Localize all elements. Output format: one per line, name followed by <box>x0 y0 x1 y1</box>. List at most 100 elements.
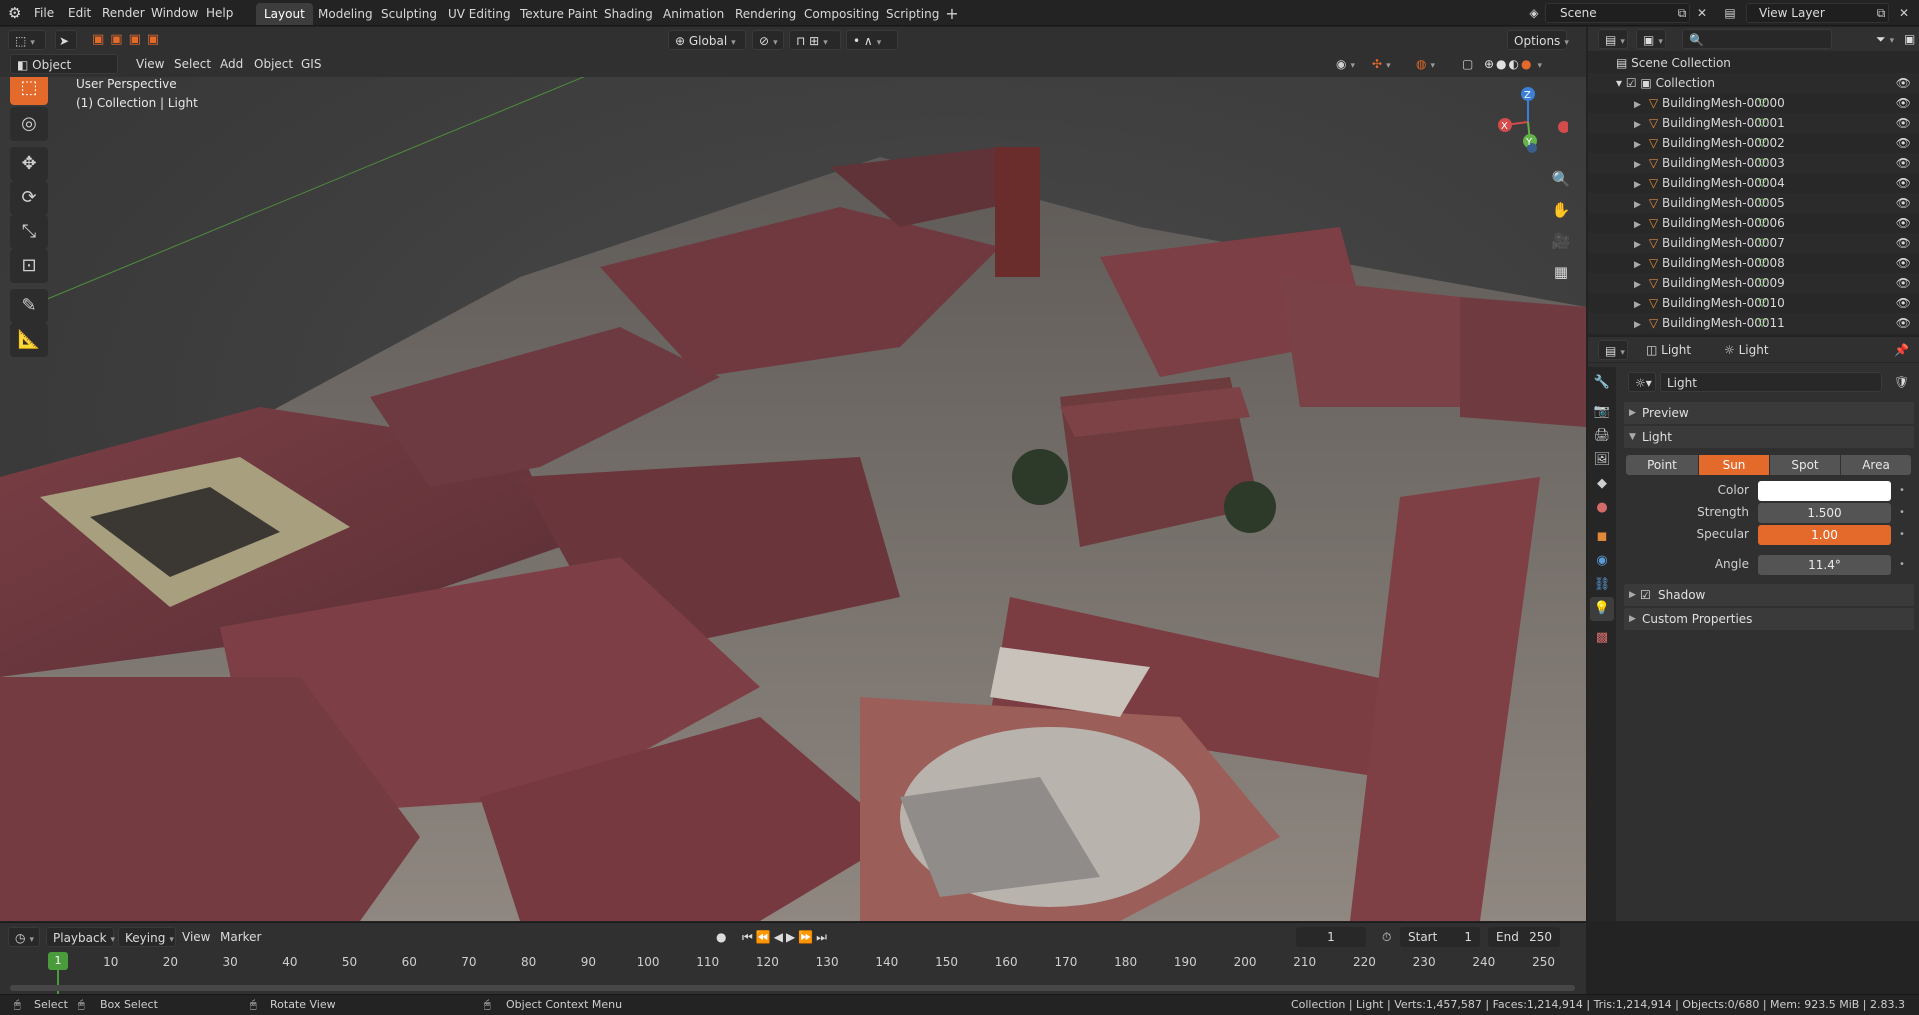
selection-mode-icons[interactable]: ▣▣▣▣ <box>92 32 182 50</box>
menu-edit[interactable]: Edit <box>62 4 97 22</box>
mesh-data-icon[interactable]: ▽ <box>1758 273 1766 293</box>
timeline-editor-type-icon[interactable]: ◷ ▾ <box>8 927 40 947</box>
light-color-swatch[interactable] <box>1758 481 1891 501</box>
editor-type-icon[interactable]: ⬚ ▾ <box>8 30 46 50</box>
display-mode-icon[interactable]: ▣ ▾ <box>1636 29 1666 49</box>
timeline-scrollbar[interactable] <box>10 985 1575 991</box>
menu-select[interactable]: Select <box>168 54 217 74</box>
mode-selector[interactable]: ◧ Object Mode▾ <box>10 54 118 92</box>
angle-field[interactable]: 11.4° <box>1758 555 1891 575</box>
expand-arrow-icon[interactable]: ▶ <box>1634 320 1641 330</box>
object-tab-icon[interactable]: ◼ <box>1590 525 1614 549</box>
expand-arrow-icon[interactable]: ▶ <box>1634 100 1641 110</box>
preview-range-icon[interactable]: ⏱ <box>1376 927 1397 947</box>
shadow-checkbox[interactable]: ☑ <box>1640 584 1651 606</box>
menu-window[interactable]: Window <box>145 4 204 22</box>
eye-icon[interactable]: 👁 <box>1896 193 1911 213</box>
mesh-data-icon[interactable]: ▽ <box>1758 293 1766 313</box>
eye-icon[interactable]: 👁 <box>1896 113 1911 133</box>
eye-icon[interactable]: 👁 <box>1896 253 1911 273</box>
breadcrumb-light-data[interactable]: ☼ Light <box>1718 340 1775 360</box>
xray-icon[interactable]: ▢ <box>1456 54 1479 74</box>
scene-icon[interactable]: ◈ <box>1526 5 1542 21</box>
outliner-search-input[interactable]: 🔍 <box>1682 29 1832 49</box>
move-tool-icon[interactable]: ✥ <box>10 147 48 181</box>
mesh-data-icon[interactable]: ▽ <box>1758 213 1766 233</box>
measure-tool-icon[interactable]: 📐 <box>10 323 48 357</box>
constraints-tab-icon[interactable]: ⛓ <box>1590 573 1614 597</box>
panel-preview[interactable]: ▶ Preview <box>1624 402 1914 424</box>
expand-arrow-icon[interactable]: ▶ <box>1634 300 1641 310</box>
tab-shading[interactable]: Shading <box>596 3 661 25</box>
gizmo-icon[interactable]: ✣ ▾ <box>1366 54 1397 74</box>
world-tab-icon[interactable]: ● <box>1590 496 1614 520</box>
mesh-data-icon[interactable]: ▽ <box>1758 133 1766 153</box>
snapping-icon[interactable]: ⊓ ⊞ ▾ <box>789 30 841 50</box>
new-view-layer-icon[interactable]: ⧉ <box>1873 5 1889 21</box>
menu-view[interactable]: View <box>130 54 170 74</box>
shading-mode-icons[interactable]: ⊕●◐● ▾ <box>1478 54 1550 74</box>
3d-viewport[interactable]: User Perspective (1) Collection | Light … <box>0 77 1586 921</box>
pan-hand-icon[interactable]: ✋ <box>1547 196 1575 224</box>
new-collection-icon[interactable]: ▣ <box>1898 29 1919 49</box>
outliner-row-building-mesh[interactable]: ▶ ▽ BuildingMesh-00011 ▽ 👁 <box>1588 313 1919 333</box>
scene-selector[interactable]: Scene <box>1545 3 1690 23</box>
outliner-row-building-mesh[interactable]: ▶ ▽ BuildingMesh-00004 ▽ 👁 <box>1588 173 1919 193</box>
expand-arrow-icon[interactable]: ▶ <box>1634 180 1641 190</box>
end-frame-field[interactable]: End 250 <box>1488 927 1560 947</box>
properties-editor-type-icon[interactable]: ▤ ▾ <box>1598 340 1628 360</box>
playhead[interactable]: 1 <box>48 952 68 970</box>
scene-tab-icon[interactable]: ◆ <box>1590 472 1614 496</box>
keyframe-dot-icon[interactable]: • <box>1899 485 1905 496</box>
outliner-row-building-mesh[interactable]: ▶ ▽ BuildingMesh-00006 ▽ 👁 <box>1588 213 1919 233</box>
keyframe-dot-icon[interactable]: • <box>1899 507 1905 518</box>
tab-sculpting[interactable]: Sculpting <box>373 3 445 25</box>
eye-icon[interactable]: 👁 <box>1896 233 1911 253</box>
expand-arrow-icon[interactable]: ▶ <box>1634 160 1641 170</box>
transform-orientation[interactable]: ⊕ Global ▾ <box>668 30 746 50</box>
outliner-row-building-mesh[interactable]: ▶ ▽ BuildingMesh-00005 ▽ 👁 <box>1588 193 1919 213</box>
mesh-data-icon[interactable]: ▽ <box>1758 113 1766 133</box>
expand-arrow-icon[interactable]: ▶ <box>1634 140 1641 150</box>
blender-logo-icon[interactable]: ⚙ <box>8 4 26 22</box>
expand-arrow-icon[interactable]: ▶ <box>1634 280 1641 290</box>
record-icon[interactable]: ● <box>710 927 732 947</box>
output-tab-icon[interactable]: 🖨 <box>1590 424 1614 448</box>
menu-object[interactable]: Object <box>248 54 299 74</box>
mesh-data-icon[interactable]: ▽ <box>1758 233 1766 253</box>
view-layer-selector[interactable]: View Layer <box>1746 3 1889 23</box>
eye-icon[interactable]: 👁 <box>1896 313 1911 333</box>
start-frame-field[interactable]: Start 1 <box>1400 927 1480 947</box>
outliner-editor-type-icon[interactable]: ▤ ▾ <box>1598 29 1628 49</box>
zoom-icon[interactable]: 🔍 <box>1547 165 1575 193</box>
playback-menu[interactable]: Playback ▾ <box>46 927 115 947</box>
rotate-tool-icon[interactable]: ⟳ <box>10 181 48 215</box>
panel-light[interactable]: ▼ Light <box>1624 426 1914 448</box>
outliner-row-building-mesh[interactable]: ▶ ▽ BuildingMesh-00008 ▽ 👁 <box>1588 253 1919 273</box>
tool-tab-icon[interactable]: 🔧 <box>1590 371 1614 395</box>
specular-slider[interactable]: 1.00 <box>1758 525 1891 545</box>
marker-menu[interactable]: Marker <box>214 927 267 947</box>
keyframe-dot-icon[interactable]: • <box>1899 529 1905 540</box>
view-layer-tab-icon[interactable]: 🖼 <box>1590 448 1614 472</box>
pin-icon[interactable]: 📌 <box>1888 340 1915 360</box>
options-dropdown[interactable]: Options ▾ <box>1507 30 1569 50</box>
light-datablock-name[interactable]: Light <box>1660 372 1882 392</box>
transform-tool-icon[interactable]: ⊡ <box>10 249 48 283</box>
menu-add[interactable]: Add <box>214 54 249 74</box>
overlay-icon[interactable]: ◍ ▾ <box>1410 54 1441 74</box>
eye-icon[interactable]: 👁 <box>1896 93 1911 113</box>
menu-file[interactable]: File <box>28 4 60 22</box>
delete-scene-icon[interactable]: ✕ <box>1694 5 1710 21</box>
tab-layout[interactable]: Layout <box>256 3 313 25</box>
current-frame-field[interactable]: 1 <box>1296 927 1366 947</box>
light-type-spot[interactable]: Spot <box>1770 455 1840 475</box>
pivot-point-icon[interactable]: ⊘ ▾ <box>752 30 784 50</box>
strength-field[interactable]: 1.500 <box>1758 503 1891 523</box>
scale-tool-icon[interactable]: ⤡ <box>10 215 48 249</box>
outliner-row-building-mesh[interactable]: ▶ ▽ BuildingMesh-00009 ▽ 👁 <box>1588 273 1919 293</box>
menu-help[interactable]: Help <box>200 4 239 22</box>
proportional-editing-icon[interactable]: • ∧ ▾ <box>846 30 898 50</box>
keyframe-dot-icon[interactable]: • <box>1899 559 1905 570</box>
mesh-data-icon[interactable]: ▽ <box>1758 153 1766 173</box>
